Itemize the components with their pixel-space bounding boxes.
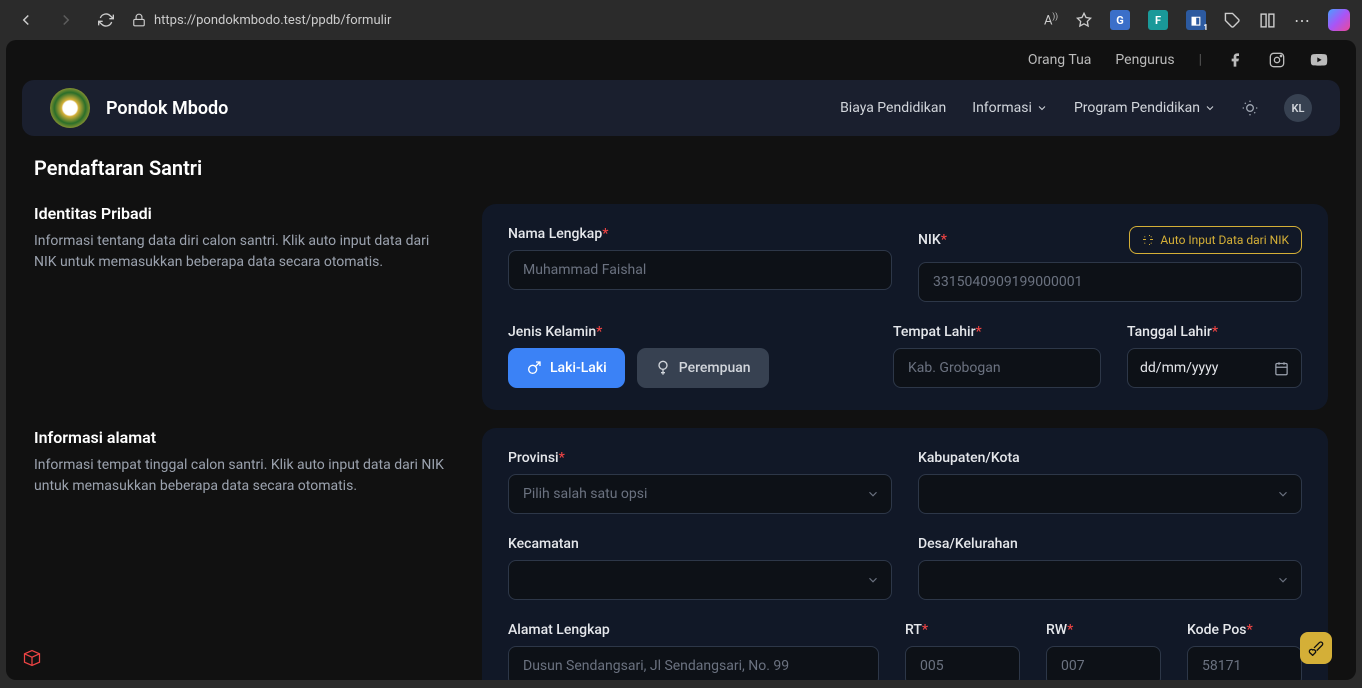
rw-label: RW* bbox=[1046, 622, 1161, 638]
url-bar[interactable]: https://pondokmbodo.test/ppdb/formulir bbox=[132, 13, 1032, 28]
kodepos-label: Kode Pos* bbox=[1187, 622, 1302, 638]
nama-input[interactable] bbox=[508, 250, 892, 290]
brush-icon bbox=[1308, 640, 1324, 656]
nik-label: NIK* bbox=[918, 232, 947, 248]
laravel-debugbar-icon[interactable] bbox=[22, 648, 42, 668]
more-icon[interactable]: ⋯ bbox=[1294, 11, 1310, 30]
extension-icon-2[interactable]: F bbox=[1148, 10, 1168, 30]
nav-program[interactable]: Program Pendidikan bbox=[1074, 100, 1216, 116]
section1-desc: Informasi tentang data diri calon santri… bbox=[34, 231, 454, 273]
kab-label: Kabupaten/Kota bbox=[918, 450, 1302, 466]
logo[interactable] bbox=[50, 88, 90, 128]
chevron-down-icon bbox=[1036, 102, 1048, 114]
tanggal-input[interactable]: dd/mm/yyyy bbox=[1127, 348, 1302, 388]
alamat-input[interactable] bbox=[508, 646, 879, 680]
male-icon bbox=[526, 360, 542, 376]
theme-toggle-icon[interactable] bbox=[1242, 100, 1258, 116]
nav-program-label: Program Pendidikan bbox=[1074, 100, 1200, 116]
auto-input-button[interactable]: Auto Input Data dari NIK bbox=[1129, 226, 1302, 254]
section2-desc: Informasi tempat tinggal calon santri. K… bbox=[34, 455, 454, 497]
extension-icon-1[interactable]: G bbox=[1110, 10, 1130, 30]
divider: | bbox=[1199, 52, 1202, 68]
chevron-down-icon bbox=[1204, 102, 1216, 114]
provinsi-select[interactable] bbox=[508, 474, 892, 514]
tempat-label: Tempat Lahir* bbox=[893, 324, 1101, 340]
tanggal-label: Tanggal Lahir* bbox=[1127, 324, 1302, 340]
jk-perempuan-label: Perempuan bbox=[679, 360, 751, 376]
back-button[interactable] bbox=[12, 6, 40, 34]
youtube-icon[interactable] bbox=[1310, 51, 1328, 69]
facebook-icon[interactable] bbox=[1226, 51, 1244, 69]
nav-informasi[interactable]: Informasi bbox=[972, 100, 1048, 116]
desa-label: Desa/Kelurahan bbox=[918, 536, 1302, 552]
tanggal-placeholder: dd/mm/yyyy bbox=[1140, 360, 1218, 376]
url-text: https://pondokmbodo.test/ppdb/formulir bbox=[154, 13, 391, 28]
desa-select[interactable] bbox=[918, 560, 1302, 600]
female-icon bbox=[655, 360, 671, 376]
jk-label: Jenis Kelamin* bbox=[508, 324, 867, 340]
favorite-icon[interactable] bbox=[1076, 12, 1092, 28]
jk-perempuan-button[interactable]: Perempuan bbox=[637, 348, 769, 388]
rw-input[interactable] bbox=[1046, 646, 1161, 680]
nik-input[interactable] bbox=[918, 262, 1302, 302]
auto-input-label: Auto Input Data dari NIK bbox=[1160, 233, 1289, 247]
kec-select[interactable] bbox=[508, 560, 892, 600]
copilot-icon[interactable] bbox=[1328, 9, 1350, 31]
forward-button[interactable] bbox=[52, 6, 80, 34]
nav-informasi-label: Informasi bbox=[972, 100, 1032, 116]
avatar[interactable]: KL bbox=[1284, 94, 1312, 122]
section1-heading: Identitas Pribadi bbox=[34, 204, 454, 223]
refresh-button[interactable] bbox=[92, 6, 120, 34]
pengurus-link[interactable]: Pengurus bbox=[1115, 52, 1174, 68]
nama-label: Nama Lengkap* bbox=[508, 226, 892, 242]
floating-action-button[interactable] bbox=[1300, 632, 1332, 664]
jk-laki-button[interactable]: Laki-Laki bbox=[508, 348, 625, 388]
read-aloud-icon[interactable]: A)) bbox=[1044, 12, 1058, 28]
rt-input[interactable] bbox=[905, 646, 1020, 680]
split-screen-icon[interactable] bbox=[1259, 12, 1276, 29]
page-title: Pendaftaran Santri bbox=[34, 156, 1328, 180]
alamat-label: Alamat Lengkap bbox=[508, 622, 879, 638]
extension-icon-3[interactable]: ◧ bbox=[1186, 10, 1206, 30]
section2-heading: Informasi alamat bbox=[34, 428, 454, 447]
kec-label: Kecamatan bbox=[508, 536, 892, 552]
tempat-input[interactable] bbox=[893, 348, 1101, 388]
instagram-icon[interactable] bbox=[1268, 51, 1286, 69]
brand-name[interactable]: Pondok Mbodo bbox=[106, 98, 228, 119]
kodepos-input[interactable] bbox=[1187, 646, 1302, 680]
nav-biaya[interactable]: Biaya Pendidikan bbox=[840, 100, 946, 116]
kab-select[interactable] bbox=[918, 474, 1302, 514]
rt-label: RT* bbox=[905, 622, 1020, 638]
magic-icon bbox=[1142, 234, 1154, 246]
orang-tua-link[interactable]: Orang Tua bbox=[1028, 52, 1092, 68]
lock-icon bbox=[132, 13, 146, 27]
jk-laki-label: Laki-Laki bbox=[550, 360, 607, 376]
provinsi-label: Provinsi* bbox=[508, 450, 892, 466]
extensions-icon[interactable] bbox=[1224, 12, 1241, 29]
calendar-icon bbox=[1274, 361, 1289, 376]
